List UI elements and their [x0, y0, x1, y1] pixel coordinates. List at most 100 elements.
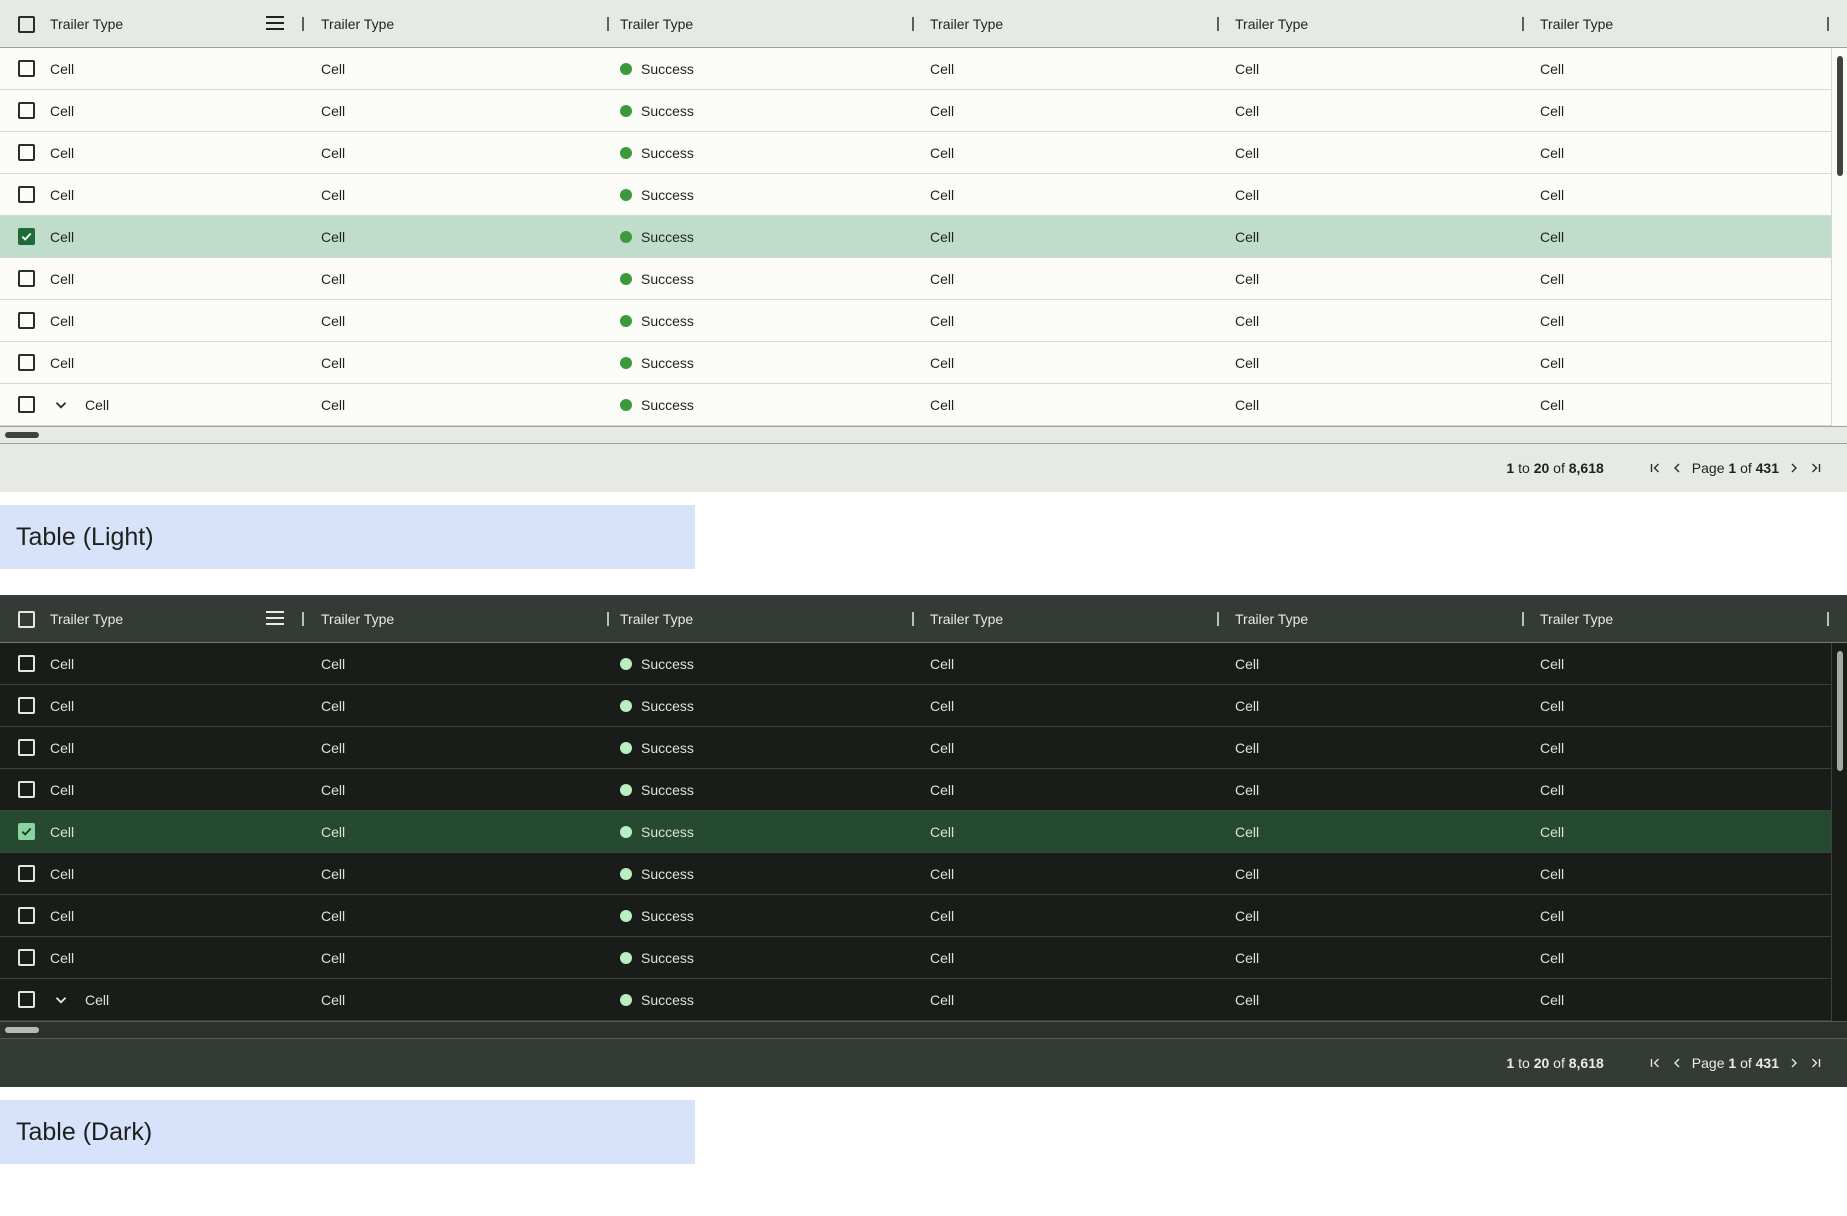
- row-checkbox[interactable]: [18, 949, 35, 966]
- page-of: of: [1740, 460, 1752, 476]
- horizontal-scroll-thumb[interactable]: [5, 432, 39, 438]
- cell-text: Cell: [1540, 865, 1565, 882]
- cell-text: Cell: [1540, 907, 1565, 924]
- table-row[interactable]: Cell Cell Success Cell Cell Cell: [0, 769, 1847, 811]
- prev-page-icon[interactable]: [1666, 457, 1688, 479]
- status-text: Success: [641, 60, 694, 77]
- table-cell: Cell: [914, 685, 1219, 726]
- menu-icon[interactable]: [266, 611, 284, 625]
- select-all-checkbox[interactable]: [18, 610, 35, 628]
- grid-body: Cell Cell Success Cell Cell Cell Cell Cell Succe…: [0, 48, 1847, 426]
- chevron-down-icon[interactable]: [54, 993, 68, 1007]
- table-row[interactable]: Cell Cell Success Cell Cell Cell: [0, 90, 1847, 132]
- column-header[interactable]: Trailer Type: [304, 595, 609, 643]
- first-page-icon[interactable]: [1644, 457, 1666, 479]
- table-cell: Cell: [1219, 132, 1524, 173]
- table-row[interactable]: Cell Cell Success Cell Cell Cell: [0, 342, 1847, 384]
- vertical-scroll-thumb[interactable]: [1837, 651, 1843, 771]
- row-checkbox[interactable]: [18, 823, 35, 840]
- column-header[interactable]: Trailer Type: [0, 0, 304, 48]
- vertical-scrollbar[interactable]: [1831, 643, 1847, 1021]
- column-header[interactable]: Trailer Type: [1219, 595, 1524, 643]
- table-cell: Cell: [304, 342, 609, 383]
- horizontal-scrollbar[interactable]: [0, 1021, 1847, 1039]
- table-row[interactable]: Cell Cell Success Cell Cell Cell: [0, 300, 1847, 342]
- column-header[interactable]: Trailer Type: [0, 595, 304, 643]
- table-row[interactable]: Cell Cell Success Cell Cell Cell: [0, 643, 1847, 685]
- last-page-icon[interactable]: [1805, 1052, 1827, 1074]
- row-checkbox[interactable]: [18, 781, 35, 798]
- next-page-icon[interactable]: [1783, 1052, 1805, 1074]
- table-row[interactable]: Cell Cell Success Cell Cell Cell: [0, 979, 1847, 1021]
- column-resize-handle[interactable]: [1827, 612, 1829, 626]
- cell-text: Cell: [321, 312, 346, 329]
- last-page-icon[interactable]: [1805, 457, 1827, 479]
- vertical-scroll-thumb[interactable]: [1837, 56, 1843, 176]
- status-dot-icon: [620, 356, 632, 369]
- row-checkbox[interactable]: [18, 697, 35, 714]
- column-header[interactable]: Trailer Type: [914, 0, 1219, 48]
- menu-icon[interactable]: [266, 16, 284, 30]
- table-cell: Cell: [1524, 811, 1829, 852]
- table-row[interactable]: Cell Cell Success Cell Cell Cell: [0, 216, 1847, 258]
- prev-page-icon[interactable]: [1666, 1052, 1688, 1074]
- row-checkbox[interactable]: [18, 907, 35, 924]
- column-resize-handle[interactable]: [1827, 17, 1829, 31]
- row-checkbox[interactable]: [18, 228, 35, 245]
- table-row[interactable]: Cell Cell Success Cell Cell Cell: [0, 48, 1847, 90]
- vertical-scrollbar[interactable]: [1831, 48, 1847, 426]
- table-cell: Cell: [914, 342, 1219, 383]
- chevron-down-icon[interactable]: [54, 398, 68, 412]
- row-checkbox[interactable]: [18, 102, 35, 119]
- select-all-checkbox[interactable]: [18, 15, 35, 33]
- column-header[interactable]: Trailer Type: [914, 595, 1219, 643]
- total-rows: 8,618: [1568, 460, 1604, 476]
- status-text: Success: [641, 991, 694, 1008]
- row-checkbox[interactable]: [18, 312, 35, 329]
- horizontal-scrollbar[interactable]: [0, 426, 1847, 444]
- table-row[interactable]: Cell Cell Success Cell Cell Cell: [0, 258, 1847, 300]
- row-checkbox[interactable]: [18, 396, 35, 413]
- table-row[interactable]: Cell Cell Success Cell Cell Cell: [0, 895, 1847, 937]
- column-header[interactable]: Trailer Type: [609, 0, 914, 48]
- next-page-icon[interactable]: [1783, 457, 1805, 479]
- column-header[interactable]: Trailer Type: [304, 0, 609, 48]
- cell-text: Cell: [930, 697, 955, 714]
- column-header[interactable]: Trailer Type: [1524, 595, 1829, 643]
- cell-text: Cell: [1235, 823, 1260, 840]
- table-row[interactable]: Cell Cell Success Cell Cell Cell: [0, 384, 1847, 426]
- cell-text: Cell: [1235, 228, 1260, 245]
- table-row[interactable]: Cell Cell Success Cell Cell Cell: [0, 811, 1847, 853]
- row-checkbox[interactable]: [18, 186, 35, 203]
- table-row[interactable]: Cell Cell Success Cell Cell Cell: [0, 937, 1847, 979]
- status-cell: Success: [609, 258, 914, 299]
- row-checkbox[interactable]: [18, 739, 35, 756]
- table-cell: Cell: [0, 300, 304, 341]
- row-checkbox[interactable]: [18, 60, 35, 77]
- row-checkbox[interactable]: [18, 991, 35, 1008]
- column-header[interactable]: Trailer Type: [1219, 0, 1524, 48]
- row-checkbox[interactable]: [18, 354, 35, 371]
- first-page-icon[interactable]: [1644, 1052, 1666, 1074]
- row-checkbox[interactable]: [18, 270, 35, 287]
- column-header[interactable]: Trailer Type: [1524, 0, 1829, 48]
- status-text: Success: [641, 781, 694, 798]
- row-checkbox[interactable]: [18, 144, 35, 161]
- table-row[interactable]: Cell Cell Success Cell Cell Cell: [0, 132, 1847, 174]
- horizontal-scroll-thumb[interactable]: [5, 1027, 39, 1033]
- table-row[interactable]: Cell Cell Success Cell Cell Cell: [0, 727, 1847, 769]
- grid-header: Trailer Type Trailer Type Trailer Type Trai…: [0, 595, 1847, 643]
- cell-text: Cell: [930, 144, 955, 161]
- range-end: 20: [1533, 460, 1550, 476]
- cell-text: Cell: [321, 781, 346, 798]
- row-checkbox[interactable]: [18, 655, 35, 672]
- column-header-label: Trailer Type: [1235, 611, 1309, 627]
- row-checkbox[interactable]: [18, 865, 35, 882]
- table-row[interactable]: Cell Cell Success Cell Cell Cell: [0, 853, 1847, 895]
- table-cell: Cell: [0, 174, 304, 215]
- table-cell: Cell: [0, 853, 304, 894]
- column-header[interactable]: Trailer Type: [609, 595, 914, 643]
- table-row[interactable]: Cell Cell Success Cell Cell Cell: [0, 685, 1847, 727]
- status-text: Success: [641, 739, 694, 756]
- table-row[interactable]: Cell Cell Success Cell Cell Cell: [0, 174, 1847, 216]
